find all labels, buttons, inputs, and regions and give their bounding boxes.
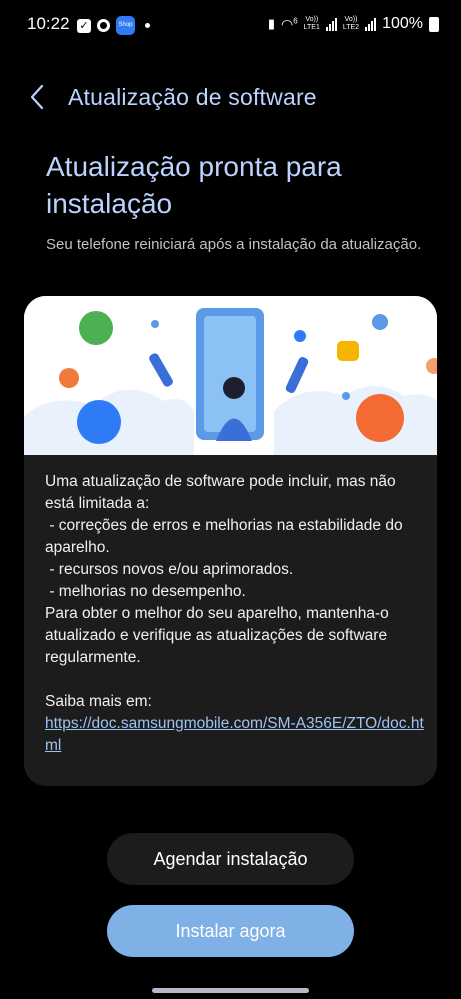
update-illustration	[24, 296, 437, 455]
lte2-label: LTE2	[342, 24, 360, 31]
lte1-indicator: Vo)) LTE1	[304, 16, 320, 32]
status-bar: 10:22 ✓ Shop ▮ ◠6 Vo)) LTE1 Vo)) LTE2 100%	[0, 0, 461, 48]
page-title: Atualização de software	[68, 84, 317, 110]
update-info-card: Uma atualização de software pode incluir…	[24, 296, 437, 786]
volte2-label: Vo))	[344, 16, 358, 23]
update-description: Uma atualização de software pode incluir…	[45, 471, 425, 757]
checkbox-notification-icon: ✓	[77, 18, 91, 33]
lte1-label: LTE1	[303, 24, 320, 31]
volte1-label: Vo))	[305, 16, 319, 23]
wifi-icon: ◠6	[280, 15, 298, 32]
wifi-generation: 6	[293, 15, 298, 25]
battery-percent: 100%	[382, 15, 423, 32]
opera-icon	[97, 19, 110, 32]
shop-app-icon: Shop	[116, 16, 135, 35]
chevron-left-icon	[30, 84, 44, 110]
signal-1-icon	[325, 17, 337, 31]
lte2-indicator: Vo)) LTE2	[343, 16, 359, 32]
battery-saver-icon: ▮	[267, 16, 275, 31]
notification-icons: ✓ Shop	[77, 16, 150, 35]
home-indicator[interactable]	[152, 988, 309, 993]
restart-notice: Seu telefone reiniciará após a instalaçã…	[46, 236, 422, 253]
documentation-link[interactable]: https://doc.samsungmobile.com/SM-A356E/Z…	[45, 713, 425, 757]
description-text: Uma atualização de software pode incluir…	[45, 473, 403, 666]
learn-more-label: Saiba mais em:	[45, 693, 152, 710]
battery-icon	[429, 16, 439, 32]
status-time: 10:22	[27, 14, 70, 33]
install-now-button[interactable]: Instalar agora	[107, 905, 354, 957]
schedule-install-button[interactable]: Agendar instalação	[107, 833, 354, 885]
system-icons: ▮ ◠6 Vo)) LTE1 Vo)) LTE2 100%	[268, 15, 439, 33]
more-notifications-icon	[145, 23, 150, 28]
back-button[interactable]	[24, 80, 54, 114]
signal-2-icon	[365, 17, 377, 31]
update-ready-headline: Atualização pronta para instalação	[46, 151, 342, 219]
